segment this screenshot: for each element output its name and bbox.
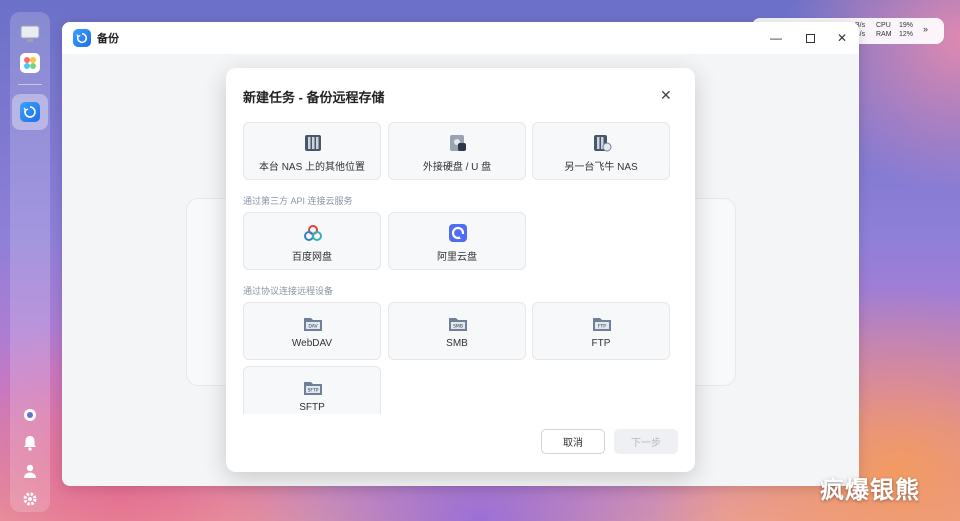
protocol-tag: SMB bbox=[453, 324, 463, 330]
option-label: 百度网盘 bbox=[292, 252, 332, 263]
status-icon[interactable] bbox=[20, 405, 40, 425]
option-external-drive[interactable]: 外接硬盘 / U 盘 bbox=[388, 122, 526, 180]
cpu-value: 19% bbox=[899, 22, 914, 29]
option-label: 另一台飞牛 NAS bbox=[564, 162, 638, 173]
maximize-button[interactable] bbox=[802, 30, 818, 46]
option-label: 阿里云盘 bbox=[437, 252, 477, 263]
close-icon[interactable]: ✕ bbox=[660, 87, 672, 104]
desktop-icon[interactable] bbox=[20, 24, 40, 44]
option-webdav[interactable]: DAV WebDAV bbox=[243, 302, 381, 360]
baidu-netdisk-icon bbox=[304, 225, 322, 241]
option-label: WebDAV bbox=[291, 338, 333, 349]
option-aliyun-drive[interactable]: 阿里云盘 bbox=[388, 212, 526, 270]
backup-app-icon[interactable] bbox=[20, 102, 40, 122]
option-smb[interactable]: SMB SMB bbox=[388, 302, 526, 360]
external-drive-icon bbox=[450, 135, 466, 151]
minimize-button[interactable]: — bbox=[768, 30, 784, 46]
dialog-title: 新建任务 - 备份远程存储 bbox=[243, 90, 385, 105]
ram-label: RAM bbox=[876, 31, 892, 38]
remote-nas-icon bbox=[594, 135, 612, 152]
protocol-tag: DAV bbox=[308, 324, 318, 330]
nas-icon bbox=[305, 135, 321, 151]
option-label: 本台 NAS 上的其他位置 bbox=[258, 162, 366, 173]
app-center-icon[interactable] bbox=[20, 53, 40, 73]
dock bbox=[10, 12, 50, 512]
cancel-button[interactable]: 取消 bbox=[541, 429, 605, 454]
option-label: 外接硬盘 / U 盘 bbox=[422, 162, 492, 173]
new-task-dialog: 新建任务 - 备份远程存储 ✕ 本台 NAS 上的其他位置 外接硬盘 / U 盘… bbox=[226, 68, 695, 472]
webdav-icon: DAV bbox=[304, 318, 322, 331]
ram-value: 12% bbox=[899, 31, 914, 38]
option-remote-nas[interactable]: 另一台飞牛 NAS bbox=[532, 122, 670, 180]
option-label: SMB bbox=[446, 338, 468, 349]
sftp-icon: SFTP bbox=[304, 382, 322, 395]
aliyun-drive-icon bbox=[449, 224, 467, 242]
option-sftp[interactable]: SFTP SFTP bbox=[243, 366, 381, 414]
protocol-tag: SFTP bbox=[308, 388, 319, 394]
option-ftp[interactable]: FTP FTP bbox=[532, 302, 670, 360]
gear-icon[interactable] bbox=[20, 489, 40, 509]
ftp-icon: FTP bbox=[593, 318, 611, 331]
dock-divider bbox=[18, 84, 42, 85]
next-step-button[interactable]: 下一步 bbox=[614, 429, 678, 454]
option-label: SFTP bbox=[299, 402, 325, 413]
smb-icon: SMB bbox=[449, 318, 467, 331]
bell-icon[interactable] bbox=[20, 433, 40, 453]
option-local-nas[interactable]: 本台 NAS 上的其他位置 bbox=[243, 122, 381, 180]
window-title: 备份 bbox=[97, 33, 119, 45]
option-baidu-netdisk[interactable]: 百度网盘 bbox=[243, 212, 381, 270]
window-titlebar: 备份 — ✕ bbox=[62, 22, 859, 54]
protocol-section-label: 通过协议连接远程设备 bbox=[243, 286, 334, 296]
watermark-text: 疯爆银熊 bbox=[820, 477, 920, 504]
backup-icon bbox=[73, 29, 91, 47]
close-window-button[interactable]: ✕ bbox=[834, 30, 850, 46]
cpu-label: CPU bbox=[876, 22, 891, 29]
protocol-tag: FTP bbox=[598, 324, 606, 330]
user-icon[interactable] bbox=[20, 461, 40, 481]
option-label: FTP bbox=[591, 338, 611, 349]
expand-chevron-icon[interactable]: » bbox=[923, 25, 928, 34]
cloud-section-label: 通过第三方 API 连接云服务 bbox=[243, 196, 353, 206]
